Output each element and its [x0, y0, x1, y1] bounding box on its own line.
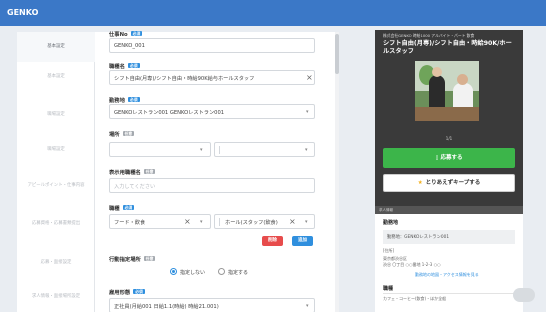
location-select-2[interactable]: ▾ — [214, 142, 315, 157]
app-title: GENKO — [7, 8, 39, 17]
preview-header: 株式会社GENKO 時給1000 アルバイト・パート 飲食 シフト自由(月専)/… — [375, 30, 523, 206]
chevron-down-icon: ▾ — [306, 109, 309, 115]
preview-title: シフト自由(月専)/シフト自由・時給90K/ホールスタッフ — [383, 40, 512, 55]
employment-label: 雇用形態 必須 — [109, 289, 145, 296]
form-scrollbar-thumb[interactable] — [335, 34, 339, 74]
optional-badge: 任意 — [143, 256, 156, 261]
job-title-input[interactable]: シフト自由(月専)/シフト自由・時給90K給与ホールスタッフ × — [109, 70, 315, 85]
job-no-input[interactable]: GENKO_001 — [109, 38, 315, 53]
job-value: カフェ・コーヒー(飲食)・ほか全般 — [383, 296, 447, 301]
workplace-heading: 勤務地 — [383, 220, 399, 226]
sidebar-item-interview-location[interactable]: 求人情報・面接場所設定 — [17, 282, 95, 312]
optional-badge: 任意 — [143, 169, 156, 174]
radio-label-specify: 指定する — [228, 270, 249, 276]
workplace-box: 勤務地：GENKOレストラン001 — [383, 230, 515, 244]
apply-button[interactable]: ▯ 応募する — [383, 148, 515, 168]
clear-icon[interactable]: × — [184, 217, 191, 227]
address-line-2: 渋谷 〇丁目 ○○番地 1-2-3 ○○ — [383, 262, 441, 267]
detail-label: [住所] — [383, 248, 395, 253]
required-badge: 必須 — [127, 97, 140, 102]
job-title-label: 職種名 必須 — [109, 63, 140, 70]
sidebar-item-workplace-2[interactable]: 職場設定 — [17, 135, 95, 165]
star-icon: ★ — [417, 180, 423, 186]
required-badge: 必須 — [130, 31, 143, 36]
optional-badge: 任意 — [122, 131, 135, 136]
required-badge: 必須 — [122, 205, 135, 210]
chevron-down-icon: ▾ — [200, 147, 203, 153]
clear-icon[interactable]: × — [306, 73, 313, 83]
job-no-label: 仕事No 必須 — [109, 31, 143, 38]
radio-do-not-specify[interactable] — [170, 268, 177, 275]
workplace-select[interactable]: GENKOレストラン001 GENKOレストラン001 ▾ — [109, 104, 315, 119]
sidebar-item-appeal[interactable]: アピールポイント・仕事内容 — [17, 171, 95, 201]
workplace-label: 勤務地 必須 — [109, 97, 140, 104]
top-app-bar: GENKO — [0, 0, 546, 26]
sidebar: 基本設定 基本設定 職場設定 職場設定 アピールポイント・仕事内容 応募資格・応… — [17, 32, 95, 312]
category-select-2[interactable]: ホール(スタッフ(飲食) × ▾ — [214, 214, 315, 229]
required-badge: 必須 — [133, 289, 145, 294]
category-label: 職種 必須 — [109, 205, 135, 212]
promo-label: 行動指定場所 任意 — [109, 256, 156, 263]
location-select-1[interactable]: ▾ — [109, 142, 211, 157]
job-heading: 職種 — [383, 286, 394, 292]
photo-counter: 1/1 — [445, 136, 453, 141]
divider — [383, 293, 515, 294]
sidebar-item-qualifications[interactable]: 応募資格・応募書類提出 — [17, 209, 95, 239]
keep-button[interactable]: ★ とりあえずキープする — [383, 174, 515, 192]
chevron-down-icon: ▾ — [305, 219, 308, 225]
sidebar-item-basic-settings-2[interactable]: 基本設定 — [17, 62, 95, 92]
sidebar-item-application[interactable]: 応募・面接設定 — [17, 248, 95, 278]
chevron-down-icon: ▾ — [200, 219, 203, 225]
preview-company: 株式会社GENKO 時給1000 アルバイト・パート 飲食 — [383, 33, 475, 38]
job-preview-panel: 株式会社GENKO 時給1000 アルバイト・パート 飲食 シフト自由(月専)/… — [375, 30, 523, 312]
chevron-down-icon: ▾ — [305, 147, 308, 153]
preview-photo — [415, 61, 479, 121]
sidebar-item-basic-settings[interactable]: 基本設定 — [17, 32, 95, 62]
display-title-label: 表示用職種名 任意 — [109, 169, 156, 176]
divider — [219, 146, 220, 154]
location-label: 場所 任意 — [109, 131, 135, 138]
scroll-top-button[interactable] — [513, 288, 535, 302]
clear-icon[interactable]: × — [289, 217, 296, 227]
required-badge: 必須 — [127, 63, 140, 68]
delete-button[interactable]: 削除 — [262, 236, 283, 246]
sidebar-item-workplace[interactable]: 職場設定 — [17, 100, 95, 130]
category-select-1[interactable]: フード・飲食 × ▾ — [109, 214, 211, 229]
section-bar: 求人情報 — [375, 206, 523, 214]
employment-select[interactable]: 正社員(月給001 日給1.1(時給) 時給21.001) ▾ — [109, 298, 315, 312]
display-title-input[interactable]: 入力してください — [109, 178, 315, 193]
map-link[interactable]: 勤務地の地図・アクセス情報を見る — [415, 272, 479, 278]
add-button[interactable]: 追加 — [292, 236, 313, 246]
form-scrollbar[interactable] — [335, 32, 339, 312]
chevron-down-icon: ▾ — [306, 303, 309, 309]
radio-label-do-not-specify: 指定しない — [180, 270, 206, 276]
radio-specify[interactable] — [218, 268, 225, 275]
divider — [219, 218, 220, 226]
